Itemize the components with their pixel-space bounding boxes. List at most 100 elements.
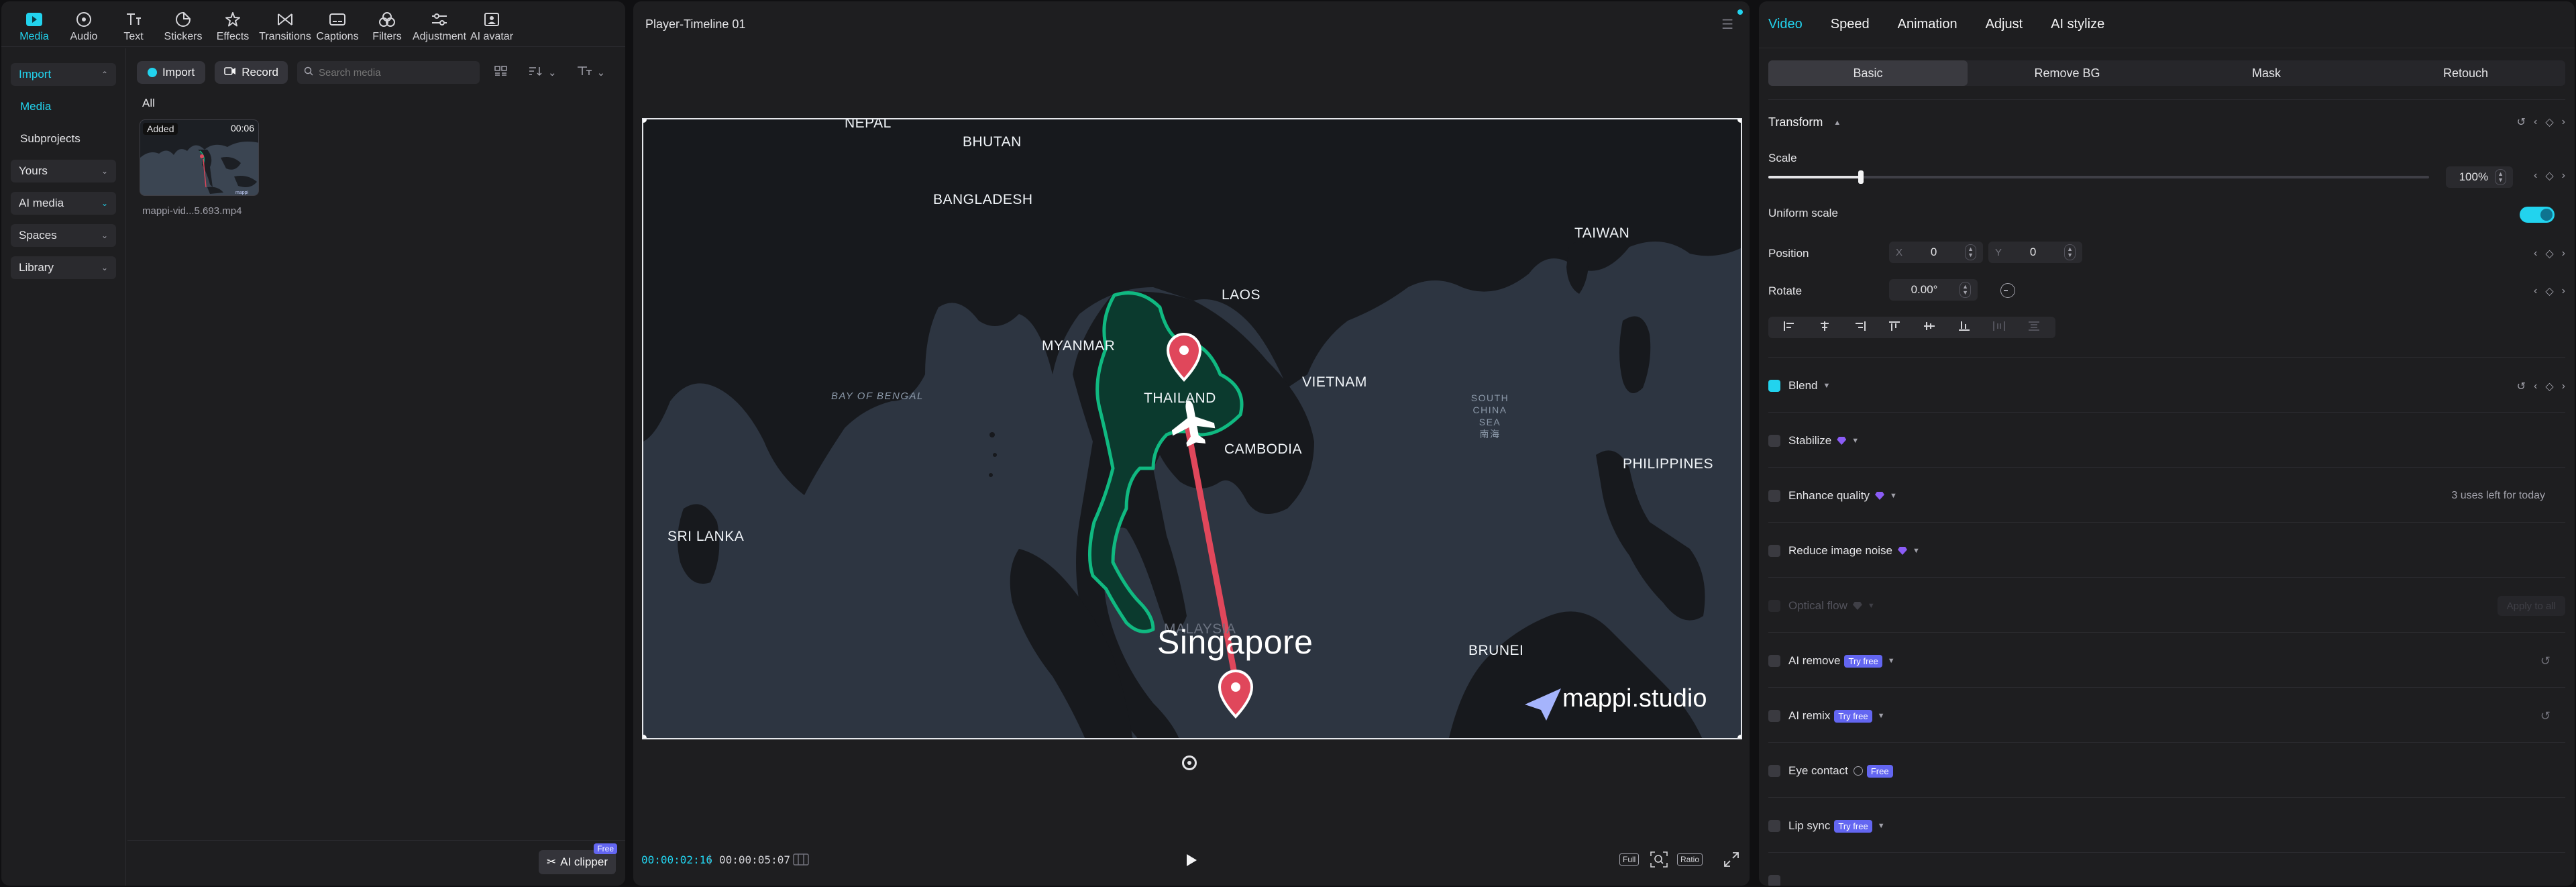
play-button[interactable]	[1183, 852, 1199, 868]
nav-subprojects[interactable]: Subprojects	[11, 127, 116, 150]
keyframe-prev-icon[interactable]: ‹	[2534, 116, 2537, 128]
keyframe-prev-icon[interactable]: ‹	[2534, 170, 2537, 182]
keyframe-next-icon[interactable]: ›	[2562, 170, 2565, 182]
next-feature-row[interactable]	[1768, 871, 2565, 886]
uniform-scale-toggle[interactable]	[2520, 207, 2555, 223]
reduce-noise-row[interactable]: Reduce image noise ▼	[1768, 541, 2565, 561]
scale-slider-thumb[interactable]	[1858, 170, 1864, 184]
keyframe-icon[interactable]: ◇	[2545, 284, 2553, 298]
distribute-v-icon[interactable]	[2027, 321, 2041, 335]
full-quality-button[interactable]: Full	[1619, 851, 1640, 868]
resize-handle[interactable]	[1737, 119, 1741, 123]
tab-captions[interactable]: Captions	[313, 1, 362, 47]
checkbox-icon[interactable]	[1768, 765, 1780, 777]
eye-contact-row[interactable]: Eye contact Free	[1768, 761, 2565, 781]
distribute-h-icon[interactable]	[1992, 321, 2006, 335]
tab-stickers[interactable]: Stickers	[158, 1, 208, 47]
tab-video[interactable]: Video	[1768, 17, 1803, 32]
align-top-icon[interactable]	[1888, 321, 1901, 335]
transform-header[interactable]: Transform ▲	[1768, 115, 2565, 129]
ratio-button[interactable]: Ratio	[1677, 851, 1703, 868]
search-input[interactable]	[319, 66, 466, 79]
rotate-dial[interactable]	[2000, 283, 2015, 298]
nav-import[interactable]: Import ⌃	[11, 63, 116, 86]
align-bottom-icon[interactable]	[1957, 321, 1971, 335]
checkbox-icon[interactable]	[1768, 875, 1780, 886]
checkbox-icon[interactable]	[1768, 490, 1780, 502]
tab-adjustment[interactable]: Adjustment	[412, 1, 467, 47]
keyframe-next-icon[interactable]: ›	[2562, 116, 2565, 128]
position-x-input[interactable]: X 0 ▲ ▼	[1889, 242, 1983, 263]
blend-row[interactable]: Blend ▼ ↺ ‹ ◇ ›	[1768, 376, 2565, 396]
scale-slider[interactable]	[1768, 170, 2429, 184]
tab-transitions[interactable]: Transitions	[258, 1, 313, 47]
checkbox-icon[interactable]	[1768, 545, 1780, 557]
subtab-remove-bg[interactable]: Remove BG	[1968, 60, 2167, 86]
checkbox-icon[interactable]	[1768, 435, 1780, 447]
keyframe-icon[interactable]: ◇	[2545, 169, 2553, 182]
checkbox-icon[interactable]	[1768, 820, 1780, 832]
tab-ai-avatar[interactable]: AI avatar	[467, 1, 517, 47]
nav-ai-media[interactable]: AI media ⌄	[11, 192, 116, 215]
stepper-icon[interactable]: ▲ ▼	[2495, 169, 2506, 185]
subtab-retouch[interactable]: Retouch	[2366, 60, 2565, 86]
info-icon[interactable]	[1853, 766, 1863, 776]
keyframe-prev-icon[interactable]: ‹	[2534, 285, 2537, 297]
align-right-icon[interactable]	[1853, 321, 1866, 335]
subtab-basic[interactable]: Basic	[1768, 60, 1968, 86]
ai-remove-row[interactable]: AI remove Try free ▼ ↺	[1768, 651, 2565, 671]
keyframe-icon[interactable]: ◇	[2545, 380, 2553, 393]
nav-yours[interactable]: Yours ⌄	[11, 160, 116, 182]
checkbox-checked-icon[interactable]	[1768, 380, 1780, 392]
reset-icon[interactable]: ↺	[2517, 115, 2526, 129]
align-center-v-icon[interactable]	[1923, 321, 1936, 335]
tab-animation[interactable]: Animation	[1898, 17, 1957, 32]
reset-icon[interactable]: ↺	[2540, 709, 2551, 723]
import-button[interactable]: Import	[137, 61, 206, 84]
stepper-icon[interactable]: ▲ ▼	[1965, 244, 1976, 260]
menu-icon[interactable]: ☰	[1721, 16, 1733, 33]
ai-clipper-button[interactable]: ✂ AI clipper Free	[538, 843, 617, 874]
keyframe-next-icon[interactable]: ›	[2562, 248, 2565, 260]
stepper-icon[interactable]: ▲ ▼	[2064, 244, 2076, 260]
sort-button[interactable]: ⌄	[523, 61, 562, 84]
keyframe-icon[interactable]: ◇	[2545, 247, 2553, 260]
timecode-format-icon[interactable]	[793, 851, 809, 868]
tab-ai-stylize[interactable]: AI stylize	[2051, 17, 2104, 32]
nav-media[interactable]: Media	[11, 95, 116, 118]
tab-effects[interactable]: Effects	[208, 1, 258, 47]
tab-text[interactable]: Text	[109, 1, 158, 47]
checkbox-icon[interactable]	[1768, 655, 1780, 667]
resize-handle[interactable]	[1737, 735, 1741, 738]
record-button[interactable]: Record	[215, 61, 288, 84]
ai-remix-row[interactable]: AI remix Try free ▼ ↺	[1768, 706, 2565, 726]
stepper-icon[interactable]: ▲ ▼	[1960, 282, 1971, 298]
subtab-mask[interactable]: Mask	[2167, 60, 2366, 86]
enhance-quality-row[interactable]: Enhance quality ▼ 3 uses left for today	[1768, 486, 2565, 506]
tab-adjust[interactable]: Adjust	[1986, 17, 2023, 32]
resize-handle[interactable]	[643, 735, 647, 738]
tab-filters[interactable]: Filters	[362, 1, 412, 47]
filter-button[interactable]: ⌄	[572, 61, 611, 84]
position-y-input[interactable]: Y 0 ▲ ▼	[1988, 242, 2082, 263]
checkbox-icon[interactable]	[1768, 710, 1780, 722]
rotate-handle[interactable]	[1182, 755, 1197, 770]
tab-media[interactable]: Media	[9, 1, 59, 47]
nav-library[interactable]: Library ⌄	[11, 256, 116, 279]
keyframe-prev-icon[interactable]: ‹	[2534, 380, 2537, 393]
view-toggle-button[interactable]	[489, 61, 513, 84]
scale-input[interactable]: 100% ▲ ▼	[2446, 166, 2513, 188]
nav-spaces[interactable]: Spaces ⌄	[11, 224, 116, 247]
stabilize-row[interactable]: Stabilize ▼	[1768, 431, 2565, 451]
keyframe-next-icon[interactable]: ›	[2562, 380, 2565, 393]
keyframe-next-icon[interactable]: ›	[2562, 285, 2565, 297]
media-item[interactable]: mappi Added 00:06	[140, 119, 259, 196]
fullscreen-icon[interactable]	[1724, 851, 1739, 868]
keyframe-icon[interactable]: ◇	[2545, 115, 2553, 129]
lip-sync-row[interactable]: Lip sync Try free ▼	[1768, 816, 2565, 836]
reset-icon[interactable]: ↺	[2540, 654, 2551, 668]
reset-icon[interactable]: ↺	[2517, 380, 2526, 393]
tab-speed[interactable]: Speed	[1831, 17, 1870, 32]
video-canvas[interactable]: NEPAL BHUTAN BANGLADESH TAIWAN LAOS MYAN…	[642, 118, 1742, 739]
tab-audio[interactable]: Audio	[59, 1, 109, 47]
